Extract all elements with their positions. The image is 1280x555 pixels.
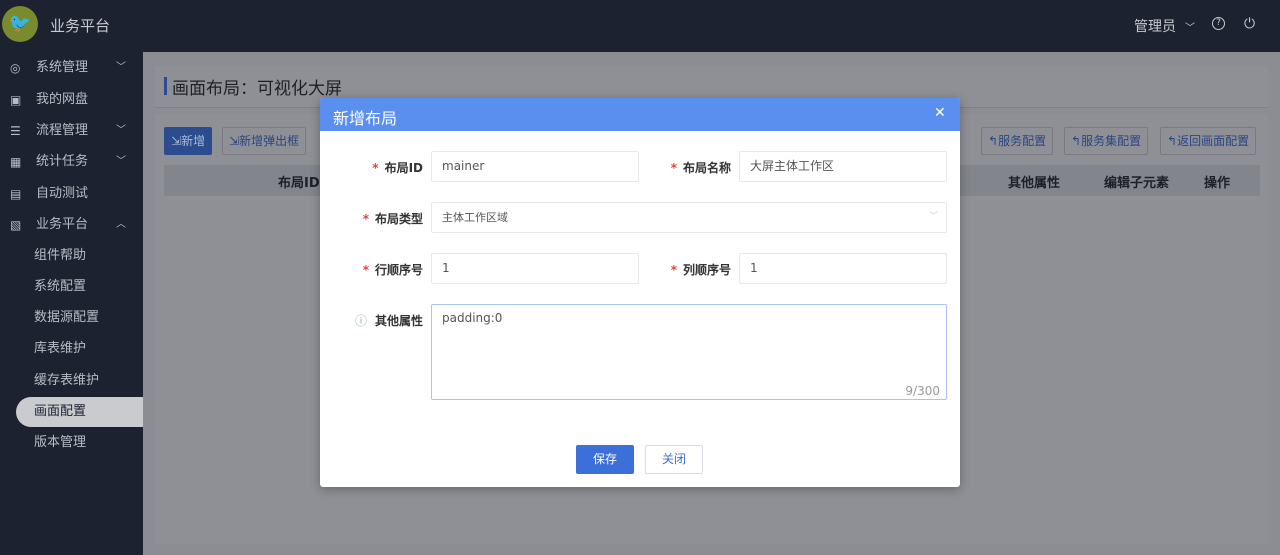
platform-icon: ▧ (10, 218, 22, 232)
chevron-down-icon: ﹀ (116, 62, 126, 73)
row-order-label: * 行顺序号 (362, 263, 423, 277)
question-circle-icon[interactable]: ⓘ (355, 314, 367, 328)
service-config-button[interactable]: ↰服务配置 (981, 127, 1054, 155)
disk-icon: ▣ (10, 93, 22, 107)
app-name: 业务平台 (50, 17, 111, 35)
char-count: 9/300 (905, 384, 940, 398)
col-ops: 操作 (1204, 176, 1231, 191)
user-menu[interactable]: 管理员 (1134, 16, 1176, 36)
col-layout-id: 布局ID (278, 176, 320, 191)
page-title: 画面布局：可视化大屏 (172, 79, 342, 99)
test-icon: ▤ (10, 187, 22, 201)
col-edit-children: 编辑子元素 (1104, 176, 1170, 191)
add-popup-button[interactable]: ⇲新增弹出框 (222, 127, 307, 155)
logo-bird-icon: 🐦 (2, 6, 38, 42)
add-layout-dialog: 新增布局 ✕ * 布局ID mainer * 布局名称 大屏主体工作区 * 布局类型 … (320, 98, 960, 487)
layout-name-label: * 布局名称 (670, 161, 731, 175)
sidebar-item-system[interactable]: ◎ 系统管理 ﹀ (0, 53, 143, 83)
sidebar-subitem[interactable]: 版本管理 (0, 428, 143, 458)
dialog-title: 新增布局 (333, 109, 398, 128)
title-accent (164, 77, 167, 95)
chevron-down-icon: ﹀ (928, 212, 938, 222)
chevron-down-icon: ﹀ (116, 156, 126, 167)
service-set-config-button[interactable]: ↰服务集配置 (1064, 127, 1149, 155)
close-button[interactable]: 关闭 (645, 445, 703, 474)
sidebar-subitem[interactable]: 数据源配置 (0, 303, 143, 333)
layout-name-input[interactable]: 大屏主体工作区 (739, 151, 947, 182)
layout-id-input[interactable]: mainer (431, 151, 639, 182)
sidebar-item-autotest[interactable]: ▤ 自动测试 (0, 179, 143, 209)
add-button[interactable]: ⇲新增 (164, 127, 213, 155)
sidebar-subitem[interactable]: 组件帮助 (0, 241, 143, 271)
row-order-input[interactable]: 1 (431, 253, 639, 284)
sidebar-subitem[interactable]: 系统配置 (0, 272, 143, 302)
col-order-input[interactable]: 1 (739, 253, 947, 284)
sidebar-item-stats[interactable]: ▦ 统计任务 ﹀ (0, 147, 143, 177)
col-other: 其他属性 (1008, 176, 1061, 191)
save-button[interactable]: 保存 (576, 445, 634, 474)
other-attr-label: ⓘ 其他属性 (354, 314, 423, 328)
sidebar: ◎ 系统管理 ﹀ ▣ 我的网盘 ☰ 流程管理 ﹀ ▦ 统计任务 ﹀ ▤ 自动测试 ▧ 业务平台 ︿ … (0, 52, 143, 555)
sidebar-subitem[interactable]: 缓存表维护 (0, 366, 143, 396)
stats-icon: ▦ (10, 155, 22, 169)
close-icon[interactable]: ✕ (934, 105, 946, 121)
chevron-down-icon[interactable]: ﹀ (1185, 19, 1195, 34)
chevron-down-icon: ﹀ (116, 125, 126, 136)
sidebar-item-flow[interactable]: ☰ 流程管理 ﹀ (0, 116, 143, 146)
layout-id-label: * 布局ID (372, 161, 423, 175)
sidebar-subitem-active[interactable]: 画面配置 (16, 397, 143, 427)
power-icon[interactable]: ⏻ (1244, 16, 1255, 32)
col-order-label: * 列顺序号 (670, 263, 731, 277)
layout-type-select[interactable]: 主体工作区域 ﹀ (431, 202, 947, 233)
chevron-up-icon: ︿ (116, 219, 126, 230)
layout-type-label: * 布局类型 (362, 212, 423, 226)
sidebar-item-platform[interactable]: ▧ 业务平台 ︿ (0, 210, 143, 240)
help-icon[interactable]: ? (1212, 17, 1225, 30)
top-header: 🐦 业务平台 管理员 ﹀ ? ⏻ (0, 0, 1280, 52)
back-button[interactable]: ↰返回画面配置 (1160, 127, 1257, 155)
other-attr-textarea[interactable]: padding:0 9/300 (431, 304, 947, 400)
dialog-header: 新增布局 ✕ (320, 98, 960, 131)
sidebar-item-disk[interactable]: ▣ 我的网盘 (0, 85, 143, 115)
flow-icon: ☰ (10, 124, 21, 138)
gear-icon: ◎ (10, 61, 21, 75)
sidebar-subitem[interactable]: 库表维护 (0, 334, 143, 364)
